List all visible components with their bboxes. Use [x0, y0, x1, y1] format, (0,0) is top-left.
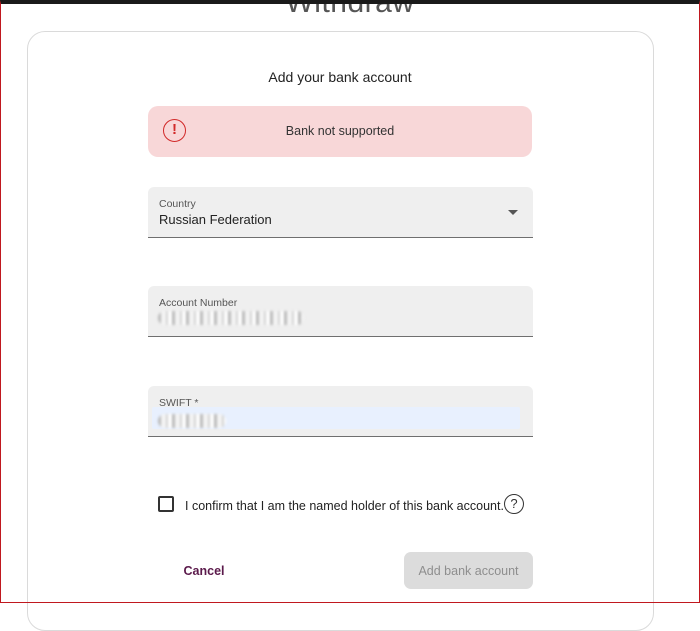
add-bank-account-button[interactable]: Add bank account	[404, 552, 533, 589]
account-number-label: Account Number	[159, 297, 238, 309]
error-alert: ! Bank not supported	[148, 106, 532, 157]
cancel-button[interactable]: Cancel	[176, 560, 232, 582]
confirm-holder-checkbox[interactable]	[158, 496, 174, 512]
country-value: Russian Federation	[159, 212, 272, 227]
confirm-holder-row: I confirm that I am the named holder of …	[158, 494, 538, 518]
account-number-redacted-value	[158, 311, 304, 325]
card-title: Add your bank account	[268, 69, 412, 85]
help-icon[interactable]: ?	[504, 494, 524, 514]
swift-field[interactable]: SWIFT *	[148, 386, 533, 437]
dropdown-arrow-icon	[508, 210, 518, 215]
country-label: Country	[159, 198, 196, 210]
page-title: Withdraw	[285, 0, 415, 19]
country-select[interactable]: Country Russian Federation	[148, 187, 533, 238]
swift-redacted-value	[158, 414, 226, 428]
confirm-holder-label[interactable]: I confirm that I am the named holder of …	[185, 499, 504, 513]
alert-message: Bank not supported	[285, 124, 395, 138]
account-number-field[interactable]: Account Number	[148, 286, 533, 337]
